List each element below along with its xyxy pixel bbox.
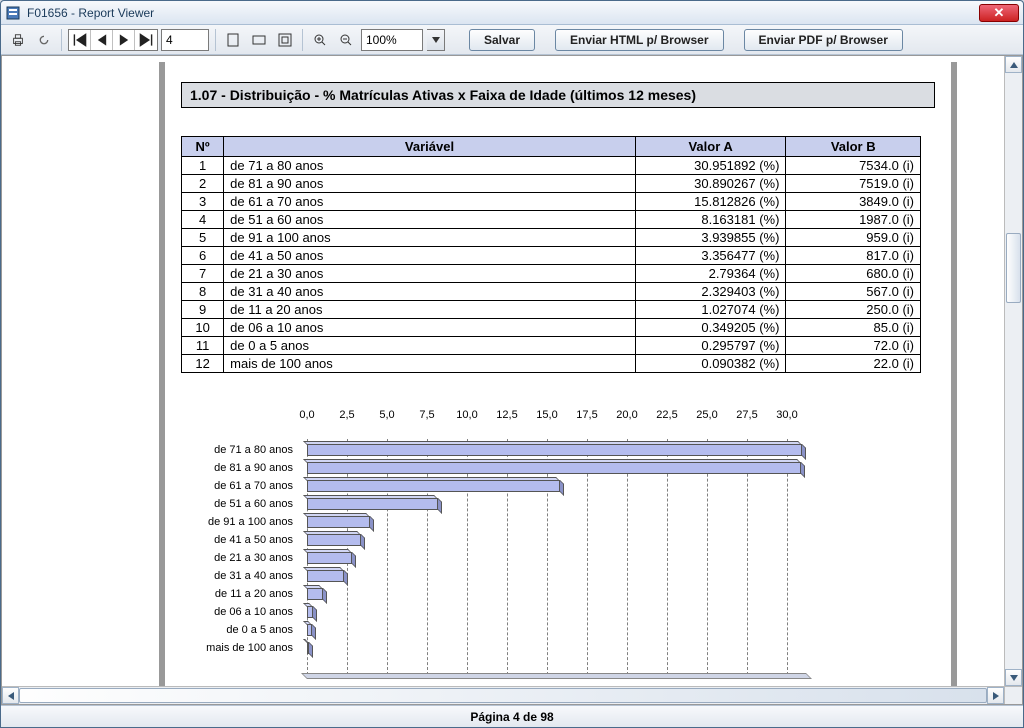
chart-bar <box>307 603 313 615</box>
chart-bar <box>307 549 352 561</box>
chart-bar <box>307 531 361 543</box>
print-button[interactable] <box>7 29 29 51</box>
send-html-button[interactable]: Enviar HTML p/ Browser <box>555 29 723 51</box>
zoom-dropdown[interactable] <box>427 29 445 51</box>
zoom-level[interactable]: 100% <box>361 29 423 51</box>
scroll-up-button[interactable] <box>1005 56 1022 73</box>
table-row: 8de 31 a 40 anos2.329403 (%)567.0 (i) <box>182 283 921 301</box>
table-row: 5de 91 a 100 anos3.939855 (%)959.0 (i) <box>182 229 921 247</box>
data-table: Nº Variável Valor A Valor B 1de 71 a 80 … <box>181 136 921 373</box>
page-nav <box>68 29 158 51</box>
col-header-valor-a: Valor A <box>635 137 786 157</box>
chart-bar <box>307 459 801 471</box>
refresh-button[interactable] <box>33 29 55 51</box>
next-page-button[interactable] <box>113 30 135 50</box>
actual-size-button[interactable] <box>274 29 296 51</box>
chart-bar <box>307 567 344 579</box>
zoom-in-button[interactable] <box>309 29 331 51</box>
last-page-button[interactable] <box>135 30 157 50</box>
chart-bar <box>307 477 560 489</box>
send-pdf-button[interactable]: Enviar PDF p/ Browser <box>744 29 903 51</box>
page-indicator: Página 4 de 98 <box>470 710 553 724</box>
distribution-chart: 0,02,55,07,510,012,515,017,520,022,525,0… <box>181 409 921 686</box>
save-button[interactable]: Salvar <box>469 29 535 51</box>
fit-page-button[interactable] <box>222 29 244 51</box>
horizontal-scrollbar[interactable] <box>2 686 1004 704</box>
chart-bar <box>307 639 309 651</box>
col-header-var: Variável <box>224 137 636 157</box>
window-title: F01656 - Report Viewer <box>27 6 979 20</box>
table-row: 9de 11 a 20 anos1.027074 (%)250.0 (i) <box>182 301 921 319</box>
table-row: 2de 81 a 90 anos30.890267 (%)7519.0 (i) <box>182 175 921 193</box>
status-bar: Página 4 de 98 <box>1 705 1023 727</box>
scroll-left-button[interactable] <box>2 687 19 704</box>
first-page-button[interactable] <box>69 30 91 50</box>
table-row: 6de 41 a 50 anos3.356477 (%)817.0 (i) <box>182 247 921 265</box>
table-row: 11de 0 a 5 anos0.295797 (%)72.0 (i) <box>182 337 921 355</box>
chart-bar <box>307 621 312 633</box>
vertical-scrollbar[interactable] <box>1004 56 1022 686</box>
chart-bar <box>307 585 323 597</box>
table-row: 7de 21 a 30 anos2.79364 (%)680.0 (i) <box>182 265 921 283</box>
table-row: 12mais de 100 anos0.090382 (%)22.0 (i) <box>182 355 921 373</box>
table-row: 1de 71 a 80 anos30.951892 (%)7534.0 (i) <box>182 157 921 175</box>
close-button[interactable]: ✕ <box>979 4 1019 22</box>
table-row: 10de 06 a 10 anos0.349205 (%)85.0 (i) <box>182 319 921 337</box>
chart-bar <box>307 495 438 507</box>
chart-bar <box>307 441 802 453</box>
zoom-out-button[interactable] <box>335 29 357 51</box>
fit-width-button[interactable] <box>248 29 270 51</box>
scroll-down-button[interactable] <box>1005 669 1022 686</box>
col-header-no: Nº <box>182 137 224 157</box>
chart-bar <box>307 513 370 525</box>
toolbar: 100% Salvar Enviar HTML p/ Browser Envia… <box>1 25 1023 55</box>
section-title: 1.07 - Distribuição - % Matrículas Ativa… <box>181 82 935 108</box>
app-icon <box>5 5 21 21</box>
table-row: 4de 51 a 60 anos8.163181 (%)1987.0 (i) <box>182 211 921 229</box>
table-row: 3de 61 a 70 anos15.812826 (%)3849.0 (i) <box>182 193 921 211</box>
prev-page-button[interactable] <box>91 30 113 50</box>
col-header-valor-b: Valor B <box>786 137 921 157</box>
title-bar: F01656 - Report Viewer ✕ <box>1 1 1023 25</box>
page-number-input[interactable] <box>161 29 209 51</box>
report-viewer: 1.07 - Distribuição - % Matrículas Ativa… <box>1 55 1023 705</box>
scroll-right-button[interactable] <box>987 687 1004 704</box>
